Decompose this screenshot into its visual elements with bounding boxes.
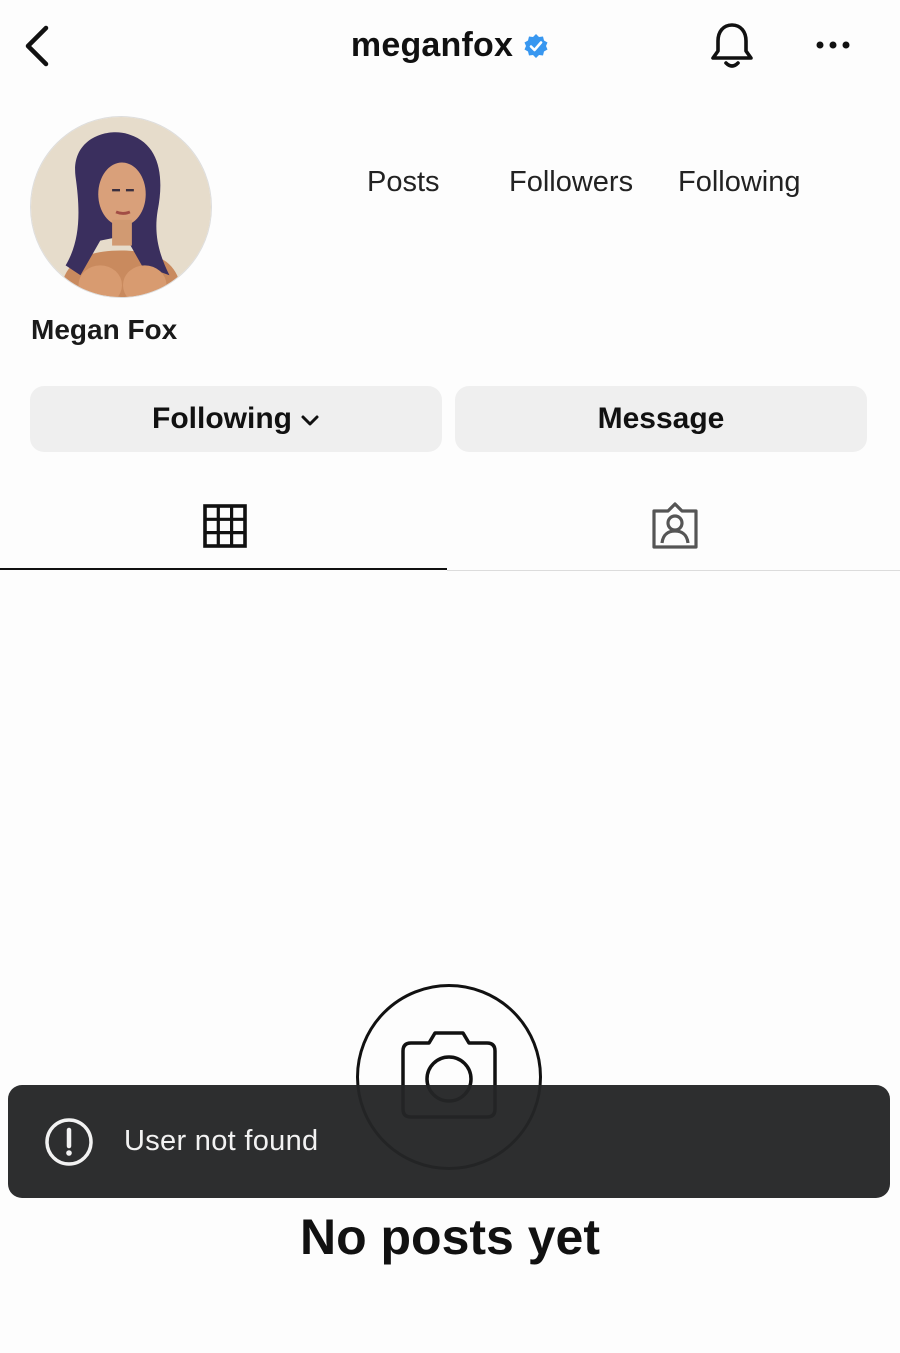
tab-posts-grid[interactable] [0, 480, 450, 572]
following-stat[interactable]: Following [678, 166, 801, 199]
profile-screen: meganfox Posts Followers Following Megan… [0, 0, 900, 1353]
username: meganfox [350, 26, 514, 64]
tab-divider [447, 570, 900, 571]
following-button-label: Following [152, 402, 292, 435]
header-title: meganfox [0, 26, 900, 65]
display-name: Megan Fox [31, 314, 178, 345]
error-toast: User not found [8, 1085, 890, 1198]
empty-state-title: No posts yet [299, 1209, 601, 1265]
toast-message: User not found [124, 1125, 319, 1157]
more-horizontal-icon [816, 41, 850, 49]
followers-stat[interactable]: Followers [509, 166, 633, 199]
tagged-person-icon [652, 502, 698, 549]
message-button[interactable]: Message [455, 386, 867, 452]
grid-icon [203, 504, 247, 548]
bell-icon [711, 23, 753, 68]
chevron-down-icon [301, 415, 319, 426]
tab-tagged[interactable] [450, 480, 900, 572]
profile-photo [31, 117, 211, 297]
active-tab-indicator [0, 568, 447, 570]
following-button[interactable]: Following [30, 386, 442, 452]
message-button-label: Message [597, 402, 725, 435]
posts-stat[interactable]: Posts [367, 166, 440, 199]
avatar[interactable] [30, 116, 212, 298]
alert-circle-icon [45, 1117, 93, 1166]
notifications-button[interactable] [706, 20, 758, 72]
verified-badge-icon [524, 33, 548, 58]
more-options-button[interactable] [808, 30, 858, 60]
